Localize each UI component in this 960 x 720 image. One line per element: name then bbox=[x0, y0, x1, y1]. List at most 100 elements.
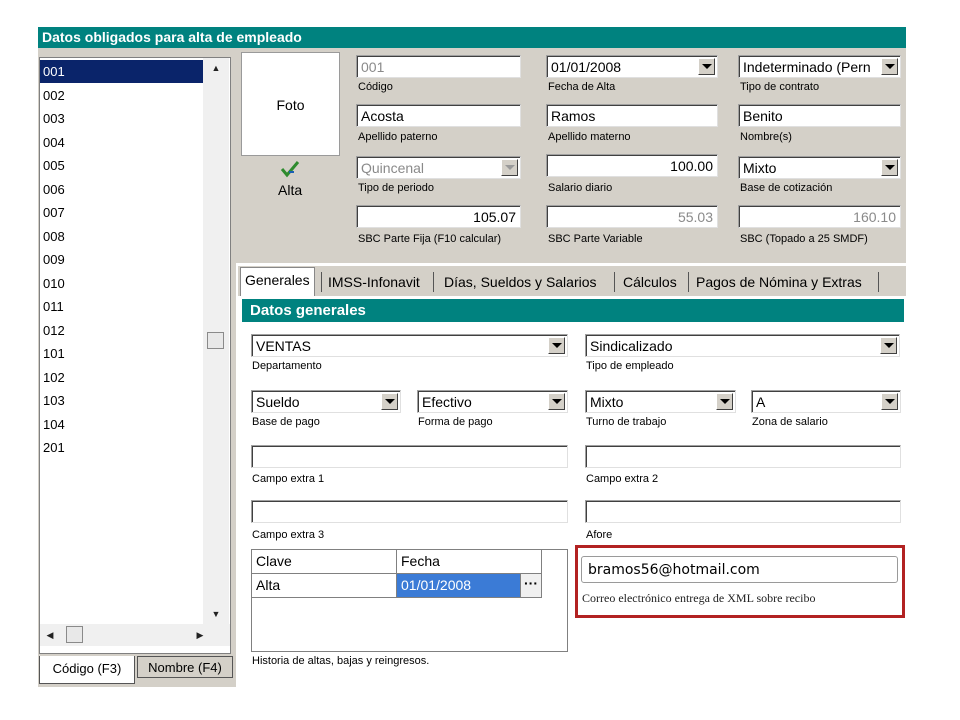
chevron-down-icon[interactable] bbox=[548, 337, 565, 354]
base-cotizacion-value: Mixto bbox=[743, 160, 777, 176]
list-item[interactable]: 003 bbox=[40, 107, 210, 130]
list-item[interactable]: 009 bbox=[40, 248, 210, 271]
tipo-periodo-select[interactable]: Quincenal bbox=[356, 156, 521, 179]
forma-pago-label: Forma de pago bbox=[418, 416, 493, 428]
scroll-left-icon[interactable]: ◀ bbox=[42, 626, 58, 644]
tipo-periodo-value: Quincenal bbox=[361, 160, 425, 176]
tab-nombre[interactable]: Nombre (F4) bbox=[137, 656, 233, 678]
list-horizontal-scrollbar[interactable]: ◀ ▶ bbox=[40, 624, 230, 646]
tab-separator bbox=[433, 272, 434, 292]
list-item[interactable]: 011 bbox=[40, 295, 210, 318]
campo-extra-3-field[interactable] bbox=[251, 500, 568, 523]
hscroll-thumb[interactable] bbox=[66, 626, 83, 643]
correo-label: Correo electrónico entrega de XML sobre … bbox=[582, 591, 816, 605]
list-item[interactable]: 012 bbox=[40, 319, 210, 342]
tab-generales[interactable]: Generales bbox=[240, 267, 315, 296]
chevron-down-icon[interactable] bbox=[501, 159, 518, 176]
campo-extra-1-field[interactable] bbox=[251, 445, 568, 468]
list-item[interactable]: 103 bbox=[40, 389, 210, 412]
fecha-alta-field[interactable]: 01/01/2008 bbox=[546, 55, 718, 78]
list-item[interactable]: 101 bbox=[40, 342, 210, 365]
base-cotizacion-label: Base de cotización bbox=[740, 182, 833, 194]
chevron-down-icon[interactable] bbox=[881, 393, 898, 410]
history-cell-clave[interactable]: Alta bbox=[252, 574, 397, 598]
list-item[interactable]: 007 bbox=[40, 201, 210, 224]
correo-field[interactable]: bramos56@hotmail.com bbox=[581, 556, 898, 583]
chevron-down-icon[interactable] bbox=[548, 393, 565, 410]
history-cell-fecha[interactable]: 01/01/2008 bbox=[397, 574, 521, 598]
tipo-contrato-label: Tipo de contrato bbox=[740, 81, 820, 93]
forma-pago-select[interactable]: Efectivo bbox=[417, 390, 568, 413]
departamento-value: VENTAS bbox=[256, 338, 311, 354]
window-title: Datos obligados para alta de empleado bbox=[38, 27, 906, 48]
photo-label: Foto bbox=[276, 97, 305, 113]
chevron-down-icon[interactable] bbox=[881, 159, 898, 176]
codigo-field[interactable]: 001 bbox=[356, 55, 521, 78]
list-item[interactable]: 002 bbox=[40, 84, 210, 107]
apellido-paterno-label: Apellido paterno bbox=[358, 131, 438, 143]
tab-imss-infonavit[interactable]: IMSS-Infonavit bbox=[324, 270, 424, 294]
codigo-label: Código bbox=[358, 81, 393, 93]
sbc-fija-field[interactable]: 105.07 bbox=[356, 205, 521, 228]
scroll-down-icon[interactable]: ▼ bbox=[203, 604, 229, 624]
base-cotizacion-select[interactable]: Mixto bbox=[738, 156, 901, 179]
tab-separator bbox=[878, 272, 879, 292]
list-item[interactable]: 005 bbox=[40, 154, 210, 177]
zona-salario-select[interactable]: A bbox=[751, 390, 901, 413]
campo-extra-1-label: Campo extra 1 bbox=[252, 473, 325, 485]
column-header-fecha[interactable]: Fecha bbox=[397, 550, 542, 574]
tipo-contrato-value: Indeterminado (Pern bbox=[743, 59, 871, 75]
tab-separator bbox=[321, 272, 322, 292]
detail-tabs: Generales IMSS-Infonavit Días, Sueldos y… bbox=[238, 266, 906, 296]
list-item[interactable]: 201 bbox=[40, 436, 210, 459]
list-item[interactable]: 010 bbox=[40, 272, 210, 295]
salario-diario-label: Salario diario bbox=[548, 182, 613, 194]
tipo-empleado-select[interactable]: Sindicalizado bbox=[585, 334, 900, 357]
tipo-empleado-label: Tipo de empleado bbox=[586, 360, 674, 372]
list-item[interactable]: 006 bbox=[40, 178, 210, 201]
turno-trabajo-select[interactable]: Mixto bbox=[585, 390, 736, 413]
sbc-topado-field[interactable]: 160.10 bbox=[738, 205, 901, 228]
sbc-variable-field[interactable]: 55.03 bbox=[546, 205, 718, 228]
tab-codigo[interactable]: Código (F3) bbox=[39, 656, 135, 684]
tab-dias-sueldos-salarios[interactable]: Días, Sueldos y Salarios bbox=[440, 270, 601, 294]
list-item[interactable]: 004 bbox=[40, 131, 210, 154]
tipo-empleado-value: Sindicalizado bbox=[590, 338, 673, 354]
check-icon bbox=[280, 160, 300, 178]
ellipsis-icon[interactable]: ··· bbox=[521, 574, 542, 598]
tab-calculos[interactable]: Cálculos bbox=[619, 270, 681, 294]
alta-label: Alta bbox=[278, 182, 303, 198]
chevron-down-icon[interactable] bbox=[881, 58, 898, 75]
forma-pago-value: Efectivo bbox=[422, 394, 472, 410]
column-header-clave[interactable]: Clave bbox=[252, 550, 397, 574]
photo-box[interactable]: Foto bbox=[241, 52, 340, 156]
scroll-right-icon[interactable]: ▶ bbox=[192, 626, 208, 644]
nombres-label: Nombre(s) bbox=[740, 131, 792, 143]
scroll-thumb[interactable] bbox=[207, 332, 224, 349]
campo-extra-2-field[interactable] bbox=[585, 445, 901, 468]
base-pago-select[interactable]: Sueldo bbox=[251, 390, 401, 413]
chevron-down-icon[interactable] bbox=[381, 393, 398, 410]
list-item[interactable]: 001 bbox=[40, 60, 210, 83]
campo-extra-2-label: Campo extra 2 bbox=[586, 473, 659, 485]
zona-salario-value: A bbox=[756, 394, 766, 410]
chevron-down-icon[interactable] bbox=[880, 337, 897, 354]
list-vertical-scrollbar[interactable]: ▲ ▼ bbox=[203, 58, 229, 624]
history-table[interactable]: Clave Fecha Alta 01/01/2008 ··· bbox=[251, 549, 568, 652]
tipo-contrato-select[interactable]: Indeterminado (Pern bbox=[738, 55, 901, 78]
salario-diario-field[interactable]: 100.00 bbox=[546, 154, 718, 177]
afore-field[interactable] bbox=[585, 500, 901, 523]
list-item[interactable]: 102 bbox=[40, 366, 210, 389]
departamento-select[interactable]: VENTAS bbox=[251, 334, 568, 357]
turno-trabajo-label: Turno de trabajo bbox=[586, 416, 667, 428]
list-item[interactable]: 104 bbox=[40, 413, 210, 436]
section-title: Datos generales bbox=[242, 299, 904, 322]
apellido-materno-field[interactable]: Ramos bbox=[546, 104, 718, 127]
apellido-paterno-field[interactable]: Acosta bbox=[356, 104, 521, 127]
list-item[interactable]: 008 bbox=[40, 225, 210, 248]
scroll-up-icon[interactable]: ▲ bbox=[203, 58, 229, 78]
chevron-down-icon[interactable] bbox=[716, 393, 733, 410]
nombres-field[interactable]: Benito bbox=[738, 104, 901, 127]
tab-pagos-nomina-extras[interactable]: Pagos de Nómina y Extras bbox=[692, 270, 866, 294]
chevron-down-icon[interactable] bbox=[698, 58, 715, 75]
